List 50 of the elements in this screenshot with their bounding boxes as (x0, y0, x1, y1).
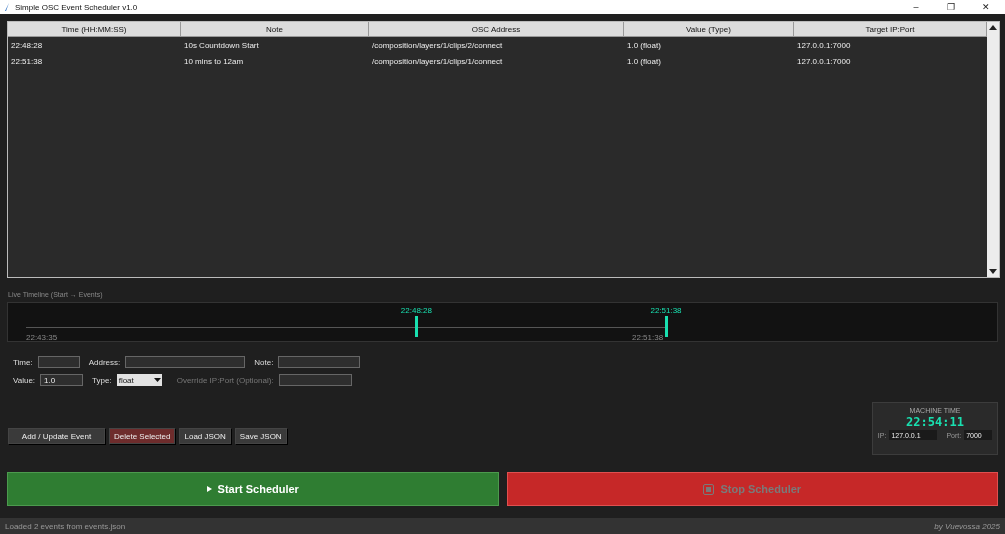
scroll-up-icon[interactable] (989, 24, 997, 30)
table-row[interactable]: 22:51:38 10 mins to 12am /composition/layers/1/clips/1/connect 1.0 (float) 127.0.0.1:7000 (8, 53, 987, 69)
window-title: Simple OSC Event Scheduler v1.0 (15, 2, 139, 12)
action-button[interactable]: Load JSON (179, 428, 231, 444)
table-cell-text: 10s Countdown Start (183, 40, 260, 50)
marker-label: 22:51:38 (650, 306, 682, 315)
address-field[interactable] (125, 356, 246, 368)
scrollbar[interactable] (987, 22, 999, 277)
value-label: Value: (13, 375, 36, 385)
credit-text: by Vuevossa 2025 (934, 521, 1000, 531)
timeline-end-label: 22:51:38 (632, 333, 664, 342)
start-button[interactable]: Start Scheduler (7, 472, 499, 506)
action-button[interactable]: Delete Selected (109, 428, 176, 444)
time-field[interactable] (37, 356, 80, 368)
table-cell-text: 22:51:38 (10, 56, 44, 66)
override-field[interactable] (278, 374, 352, 386)
column-header[interactable]: Target IP:Port (794, 22, 987, 37)
window-control[interactable]: ✕ (971, 2, 1001, 12)
column-header[interactable]: Note (181, 22, 369, 37)
note-field[interactable] (278, 356, 361, 368)
column-header[interactable]: OSC Address (369, 22, 624, 37)
table-cell-text: /composition/layers/1/clips/2/connect (371, 40, 504, 50)
table-cell-text: 1.0 (float) (626, 40, 662, 50)
action-button[interactable]: Add / Update Event (8, 428, 105, 444)
override-label: Override IP:Port (Optional): (176, 375, 274, 385)
table-cell-text: 10 mins to 12am (183, 56, 245, 66)
timeline-start-label: 22:43:35 (26, 333, 58, 342)
value-field[interactable]: 1.0 (40, 374, 84, 386)
status-message: Loaded 2 events from events.json (5, 521, 126, 531)
scroll-down-icon[interactable] (989, 269, 997, 275)
table-row[interactable]: 22:48:28 10s Countdown Start /composition/layers/1/clips/2/connect 1.0 (float) 127.0.0.1:7000 (8, 37, 987, 53)
time-label: Time: (13, 357, 33, 367)
column-header[interactable]: Value (Type) (624, 22, 794, 37)
play-icon (206, 486, 212, 492)
machine-clock: 22:54:11 (906, 415, 964, 429)
marker-label: 22:48:28 (400, 306, 432, 315)
address-label: Address: (88, 357, 121, 367)
table-cell-text: 1.0 (float) (626, 56, 662, 66)
window-control[interactable]: – (901, 2, 931, 12)
type-label: Type: (92, 375, 112, 385)
column-header[interactable]: Time (HH:MM:SS) (8, 22, 181, 37)
table-cell-text: /composition/layers/1/clips/1/connect (371, 56, 504, 66)
stop-icon (703, 483, 715, 495)
note-label: Note: (254, 357, 274, 367)
table-cell-text: 127.0.0.1:7000 (796, 56, 852, 66)
table-cell-text: 22:48:28 (10, 40, 44, 50)
window-control[interactable]: ❐ (936, 2, 966, 12)
action-button[interactable]: Save JSON (234, 428, 287, 444)
table-cell-text: 127.0.0.1:7000 (796, 40, 852, 50)
type-dropdown[interactable]: float (116, 374, 162, 386)
